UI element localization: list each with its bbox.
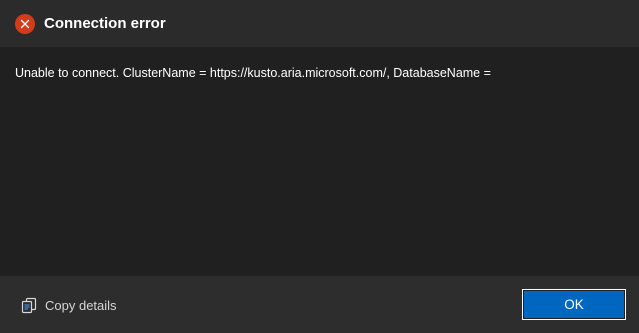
error-icon <box>15 14 35 34</box>
dialog-title: Connection error <box>44 15 166 32</box>
ok-button[interactable]: OK <box>522 289 626 320</box>
error-message: Unable to connect. ClusterName = https:/… <box>15 66 491 80</box>
copy-details-label: Copy details <box>45 297 117 313</box>
connection-error-dialog: Connection error Unable to connect. Clus… <box>0 0 639 333</box>
dialog-header: Connection error <box>0 0 639 47</box>
dialog-body: Unable to connect. ClusterName = https:/… <box>0 47 639 276</box>
dialog-footer: Copy details OK <box>0 276 639 333</box>
copy-icon <box>20 296 45 314</box>
copy-details-button[interactable]: Copy details <box>20 295 117 315</box>
